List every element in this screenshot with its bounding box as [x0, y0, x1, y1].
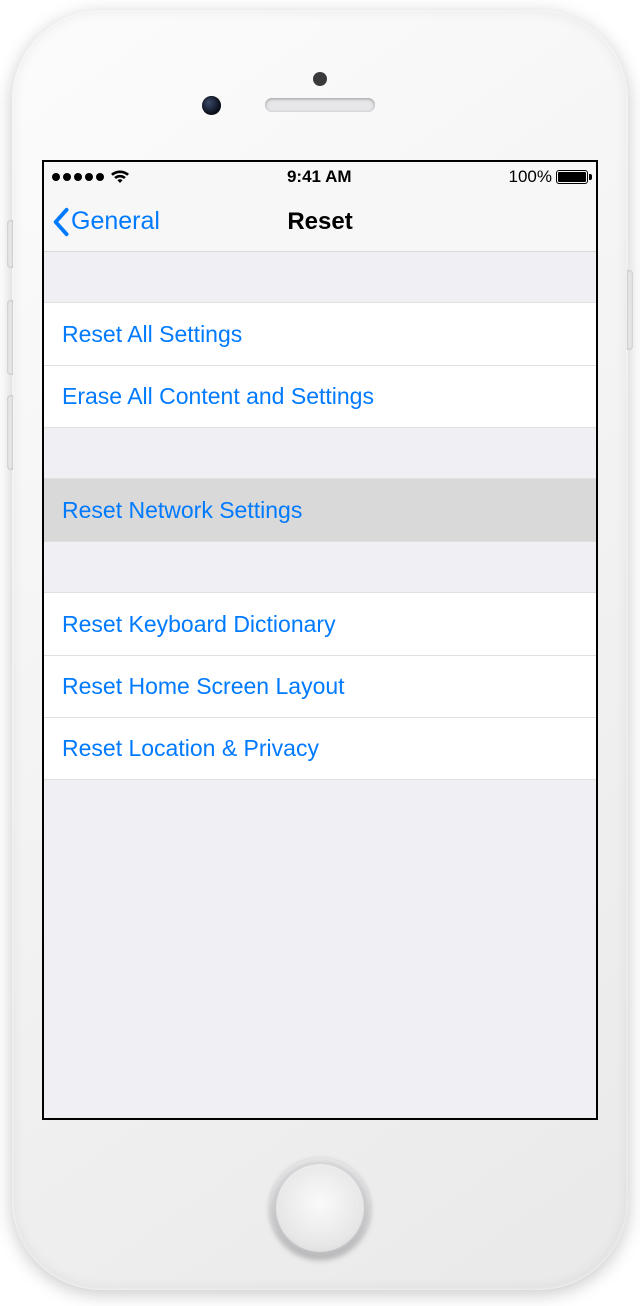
group-3: Reset Keyboard Dictionary Reset Home Scr…	[44, 592, 596, 780]
section-spacer	[44, 428, 596, 478]
signal-dots-icon	[52, 173, 104, 181]
back-label: General	[71, 207, 160, 236]
status-time: 9:41 AM	[287, 167, 352, 187]
proximity-sensor	[313, 72, 327, 86]
reset-network-settings[interactable]: Reset Network Settings	[44, 479, 596, 541]
status-bar: 9:41 AM 100%	[44, 162, 596, 192]
battery-icon	[556, 170, 588, 184]
group-1: Reset All Settings Erase All Content and…	[44, 302, 596, 428]
earpiece-speaker	[265, 98, 375, 112]
battery-percent: 100%	[509, 167, 552, 187]
reset-keyboard-dictionary[interactable]: Reset Keyboard Dictionary	[44, 593, 596, 655]
reset-home-screen-layout[interactable]: Reset Home Screen Layout	[44, 655, 596, 717]
volume-down	[7, 395, 13, 470]
row-label: Reset Network Settings	[62, 497, 302, 524]
wifi-icon	[110, 170, 130, 184]
battery-indicator: 100%	[509, 167, 588, 187]
mute-switch	[7, 220, 13, 268]
nav-bar: General Reset	[44, 192, 596, 252]
reset-all-settings[interactable]: Reset All Settings	[44, 303, 596, 365]
content: Reset All Settings Erase All Content and…	[44, 252, 596, 780]
erase-all-content[interactable]: Erase All Content and Settings	[44, 365, 596, 427]
power-button	[627, 270, 633, 350]
row-label: Reset Location & Privacy	[62, 735, 319, 762]
row-label: Reset All Settings	[62, 321, 242, 348]
screen: 9:41 AM 100% General Reset Reset A	[42, 160, 598, 1120]
reset-location-privacy[interactable]: Reset Location & Privacy	[44, 717, 596, 779]
row-label: Reset Keyboard Dictionary	[62, 611, 336, 638]
chevron-left-icon	[52, 207, 69, 237]
home-button[interactable]	[270, 1158, 370, 1258]
section-spacer	[44, 252, 596, 302]
volume-up	[7, 300, 13, 375]
section-spacer	[44, 542, 596, 592]
group-2: Reset Network Settings	[44, 478, 596, 542]
front-camera	[202, 96, 221, 115]
row-label: Reset Home Screen Layout	[62, 673, 345, 700]
device-frame: 9:41 AM 100% General Reset Reset A	[12, 10, 628, 1290]
back-button[interactable]: General	[52, 207, 160, 237]
row-label: Erase All Content and Settings	[62, 383, 374, 410]
